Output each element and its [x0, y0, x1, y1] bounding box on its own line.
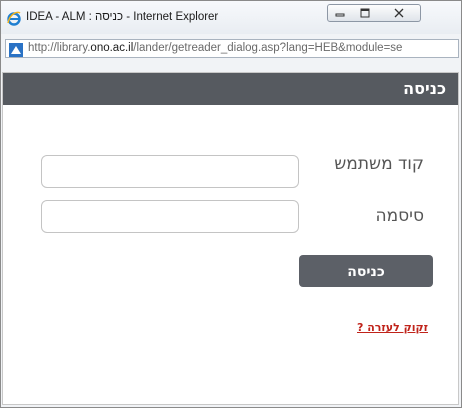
page-icon: [9, 42, 23, 57]
help-link[interactable]: זקוק לעזרה ?: [357, 321, 428, 334]
url-domain: ono.ac.il: [90, 42, 134, 54]
window-title: IDEA - ALM : כניסה - Internet Explorer: [26, 11, 219, 23]
minimize-button[interactable]: [327, 4, 353, 22]
password-input[interactable]: [41, 200, 299, 233]
url-suffix: /lander/getreader_dialog.asp?lang=HEB&mo…: [133, 42, 403, 54]
login-button[interactable]: כניסה: [299, 255, 433, 287]
close-icon: [394, 8, 403, 18]
password-label: סיסמה: [375, 206, 424, 226]
title-bar[interactable]: IDEA - ALM : כניסה - Internet Explorer: [1, 1, 461, 34]
maximize-icon: [360, 8, 369, 18]
url-prefix: http://library.: [28, 42, 91, 54]
dialog-header: כניסה: [3, 73, 458, 105]
maximize-button[interactable]: [352, 4, 378, 22]
username-input[interactable]: [41, 155, 299, 188]
dialog-panel: כניסה קוד משתמש סיסמה כניסה זקוק לעזרה ?: [2, 72, 459, 405]
internet-explorer-icon: [6, 10, 22, 26]
browser-window: IDEA - ALM : כניסה - Internet Explorer h…: [0, 0, 462, 408]
address-bar[interactable]: http://library.ono.ac.il/lander/getreade…: [5, 39, 459, 58]
username-label: קוד משתמש: [334, 154, 424, 174]
dialog-title: כניסה: [403, 79, 446, 98]
close-button[interactable]: [377, 4, 421, 22]
minimize-icon: [335, 13, 345, 17]
url-text: http://library.ono.ac.il/lander/getreade…: [28, 42, 402, 54]
